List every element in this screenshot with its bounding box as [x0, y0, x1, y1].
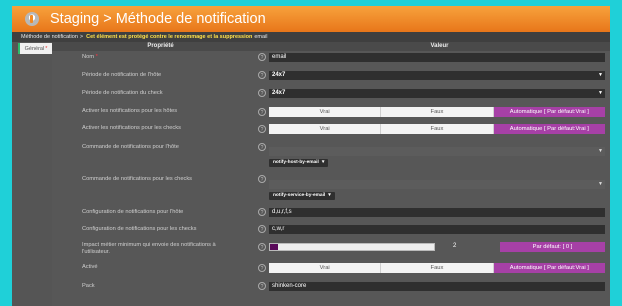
host-period-select[interactable]: 24x7 ▼ — [269, 71, 605, 80]
chevron-down-icon: ▼ — [598, 148, 603, 154]
info-icon — [25, 12, 39, 26]
slider-fill — [270, 244, 279, 250]
host-config-input[interactable]: d,u,r,f,s — [269, 208, 605, 217]
option-false[interactable]: Faux — [381, 124, 494, 134]
breadcrumb-separator: > — [79, 34, 84, 40]
business-impact-slider[interactable] — [269, 243, 435, 251]
help-icon[interactable]: ? — [258, 243, 266, 251]
host-command-select[interactable]: ▼ — [269, 147, 605, 156]
help-icon[interactable]: ? — [258, 108, 266, 116]
help-icon[interactable]: ? — [258, 225, 266, 233]
help-icon[interactable]: ? — [258, 282, 266, 290]
help-icon[interactable]: ? — [258, 143, 266, 151]
required-mark: * — [45, 45, 48, 52]
host-period-label: Période de notification de l'hôte — [82, 72, 162, 78]
check-command-label: Commande de notifications pour les check… — [82, 176, 193, 182]
help-icon[interactable]: ? — [258, 208, 266, 216]
help-icon[interactable]: ? — [258, 125, 266, 133]
reset-default-button[interactable]: Par défaut: [ 0 ] — [500, 242, 605, 252]
option-auto[interactable]: Automatique [ Par défaut:Vrai ] — [493, 107, 605, 117]
pack-label: Pack — [82, 283, 95, 289]
option-true[interactable]: Vrai — [269, 107, 382, 117]
tab-general-label: Général — [24, 45, 45, 52]
business-impact-label: Impact métier minimum qui envoie des not… — [82, 242, 216, 255]
help-icon[interactable]: ? — [258, 175, 266, 183]
check-period-select[interactable]: 24x7 ▼ — [269, 89, 605, 98]
option-false[interactable]: Faux — [381, 263, 494, 273]
option-auto[interactable]: Automatique [ Par défaut:Vrai ] — [493, 263, 605, 273]
check-command-select[interactable]: ▼ — [269, 180, 605, 189]
name-input[interactable]: email — [269, 53, 605, 62]
check-config-input[interactable]: c,w,r — [269, 225, 605, 234]
table-header: Propriété Valeur — [52, 42, 610, 51]
check-period-value: 24x7 — [272, 90, 286, 96]
option-true[interactable]: Vrai — [269, 124, 382, 134]
column-header-value: Valeur — [430, 43, 449, 49]
help-icon[interactable]: ? — [258, 89, 266, 97]
breadcrumb: Méthode de notification > Cet élément es… — [12, 32, 610, 42]
business-impact-value: 2 — [453, 243, 457, 249]
pack-input[interactable]: shinken-core — [269, 282, 605, 291]
name-label: Nom * — [82, 54, 98, 60]
enabled-label: Activé — [82, 264, 98, 270]
host-command-tag[interactable]: notify-host-by-email ▾ — [269, 159, 329, 167]
check-config-label: Configuration de notifications pour les … — [82, 226, 197, 232]
notification-method-window: Staging > Méthode de notification Méthod… — [12, 6, 610, 306]
check-period-label: Période de notification du check — [82, 90, 163, 96]
option-true[interactable]: Vrai — [269, 263, 382, 273]
column-header-property: Propriété — [147, 43, 174, 49]
host-period-value: 24x7 — [272, 72, 286, 78]
host-enable-label: Activer les notifications pour les hôtes — [82, 108, 178, 114]
page-title: Staging > Méthode de notification — [50, 11, 266, 27]
host-command-tag-label: notify-host-by-email — [273, 160, 319, 165]
option-auto[interactable]: Automatique [ Par défaut:Vrai ] — [493, 124, 605, 134]
chevron-down-icon: ▼ — [598, 90, 603, 96]
properties-table: Propriété Valeur Nom * ? email Période d… — [52, 42, 610, 306]
enabled-toggle: Vrai Faux Automatique [ Par défaut:Vrai … — [269, 263, 605, 273]
title-bar: Staging > Méthode de notification — [12, 6, 610, 32]
check-enable-label: Activer les notifications pour les check… — [82, 125, 181, 131]
breadcrumb-item: email — [254, 34, 268, 40]
help-icon[interactable]: ? — [258, 71, 266, 79]
remove-tag-icon[interactable]: ▾ — [328, 193, 330, 198]
remove-tag-icon[interactable]: ▾ — [322, 160, 324, 165]
chevron-down-icon: ▼ — [598, 72, 603, 78]
help-icon[interactable]: ? — [258, 264, 266, 272]
host-config-label: Configuration de notifications pour l'hô… — [82, 209, 184, 215]
help-icon[interactable]: ? — [258, 53, 266, 61]
protection-warning: Cet élément est protégé contre le renomm… — [86, 34, 253, 40]
host-command-label: Commande de notifications pour l'hôte — [82, 144, 179, 150]
check-enable-toggle: Vrai Faux Automatique [ Par défaut:Vrai … — [269, 124, 605, 134]
check-command-tag-label: notify-service-by-email — [273, 193, 326, 198]
tab-bar: Général * — [12, 42, 52, 306]
chevron-down-icon: ▼ — [598, 181, 603, 187]
host-enable-toggle: Vrai Faux Automatique [ Par défaut:Vrai … — [269, 107, 605, 117]
check-command-tag[interactable]: notify-service-by-email ▾ — [269, 192, 335, 200]
tab-general[interactable]: Général * — [18, 43, 52, 54]
breadcrumb-section[interactable]: Méthode de notification — [21, 34, 78, 40]
option-false[interactable]: Faux — [381, 107, 494, 117]
